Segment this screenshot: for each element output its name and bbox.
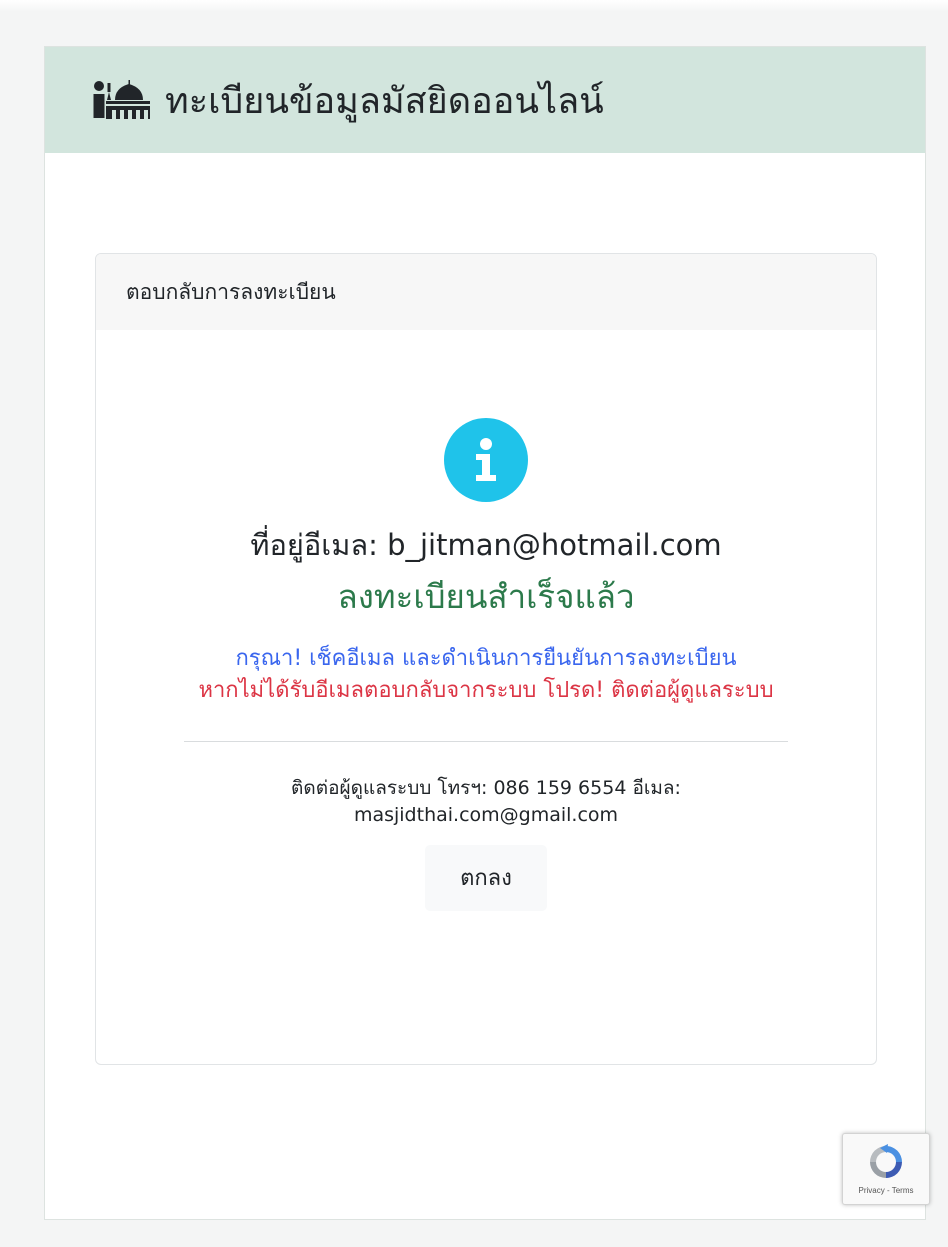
brand-title[interactable]: ทะเบียนข้อมูลมัสยิดออนไลน์	[165, 72, 604, 129]
divider	[184, 741, 788, 742]
card-header: ตอบกลับการลงทะเบียน	[96, 254, 876, 330]
success-message: ลงทะเบียนสำเร็จแล้ว	[337, 577, 635, 616]
recaptcha-icon	[843, 1142, 929, 1186]
info-circle-icon	[444, 418, 528, 502]
top-navbar: ทะเบียนข้อมูลมัสยิดออนไลน์	[45, 47, 925, 153]
check-email-note: กรุณา! เช็คอีเมล และดำเนินการยืนยันการลง…	[235, 646, 737, 671]
page-top-shade	[0, 0, 948, 12]
email-address-text: ที่อยู่อีเมล: b_jitman@hotmail.com	[250, 528, 722, 562]
recaptcha-badge[interactable]: Privacy - Terms	[842, 1133, 930, 1205]
mosque-info-icon	[93, 80, 151, 120]
recaptcha-links[interactable]: Privacy - Terms	[843, 1186, 929, 1195]
card-body: ที่อยู่อีเมล: b_jitman@hotmail.com ลงทะเ…	[96, 330, 876, 911]
contact-admin-warning: หากไม่ได้รับอีเมลตอบกลับจากระบบ โปรด! ติ…	[198, 678, 774, 703]
ok-button[interactable]: ตกลง	[425, 845, 547, 911]
registration-response-card: ตอบกลับการลงทะเบียน ที่อยู่อีเมล: b_jitm…	[95, 253, 877, 1065]
page-container: ทะเบียนข้อมูลมัสยิดออนไลน์ ตอบกลับการลงท…	[44, 46, 926, 1220]
admin-contact-info: ติดต่อผู้ดูแลระบบ โทรฯ: 086 159 6554 อีเ…	[291, 777, 681, 826]
